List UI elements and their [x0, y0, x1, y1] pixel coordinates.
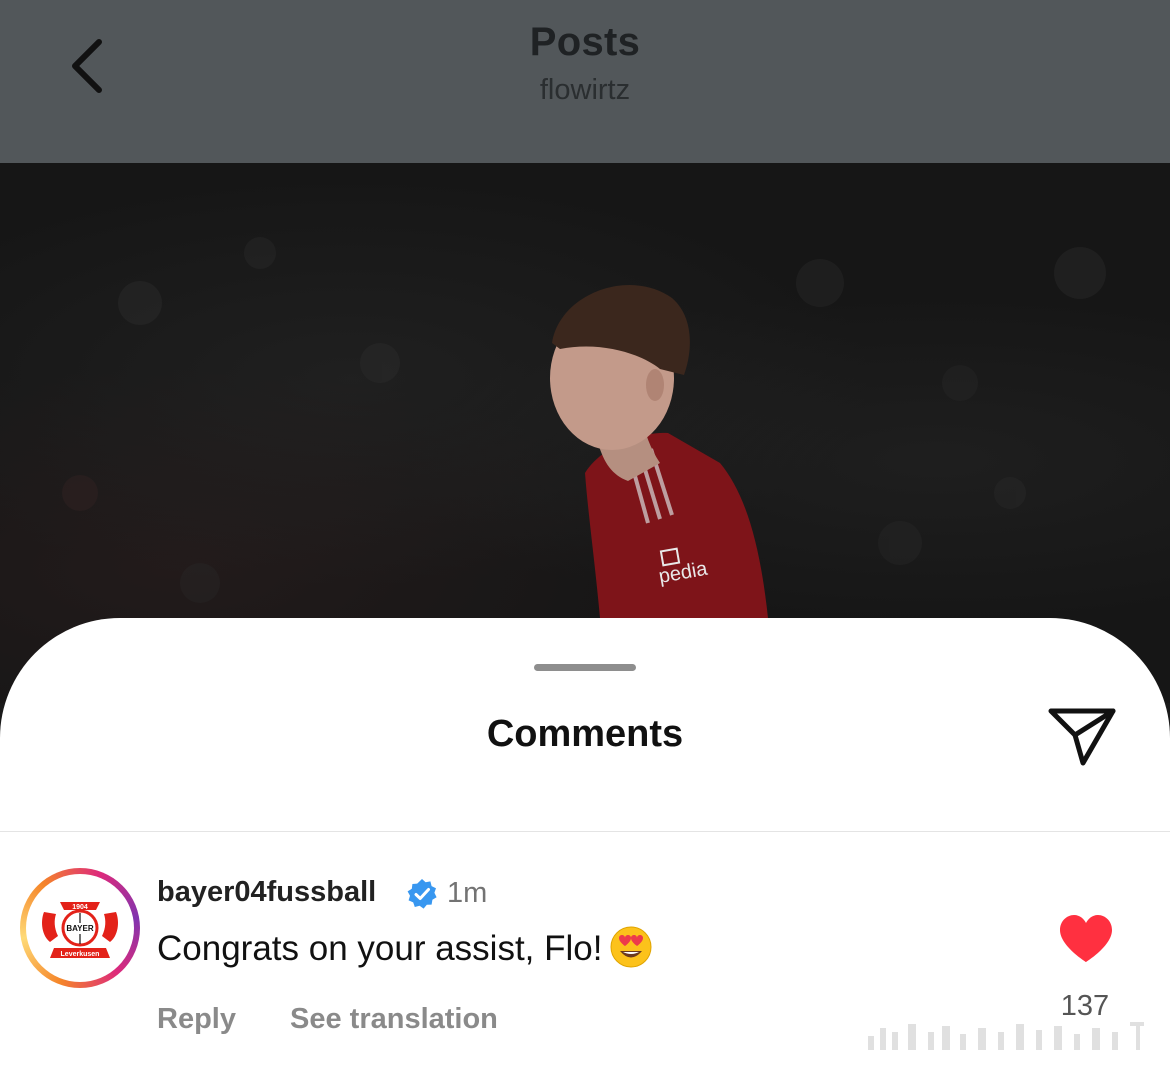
page-subtitle-username[interactable]: flowirtz [0, 74, 1170, 107]
heart-eyes-emoji-icon [610, 926, 652, 968]
sheet-drag-handle[interactable] [534, 664, 636, 671]
comments-title: Comments [486, 713, 684, 755]
page-title: Posts [529, 20, 641, 64]
heart-icon[interactable] [1058, 914, 1114, 964]
reply-button[interactable]: Reply [157, 1003, 236, 1036]
top-header: Posts flowirtz [0, 0, 1170, 163]
share-button[interactable] [1040, 700, 1124, 772]
paper-plane-icon [1048, 708, 1116, 766]
comments-sheet: Comments 1904 BAYER Leverkusen bayer04fu… [0, 618, 1170, 1065]
logo-city: Leverkusen [61, 951, 100, 958]
logo-brand: BAYER [66, 924, 93, 933]
bayer-leverkusen-logo: 1904 BAYER Leverkusen [30, 878, 130, 978]
comment-body: Congrats on your assist, Flo! [157, 929, 603, 968]
verified-badge-icon [407, 879, 437, 909]
see-translation-button[interactable]: See translation [290, 1003, 498, 1036]
watermark [868, 1022, 1144, 1050]
avatar[interactable]: 1904 BAYER Leverkusen [20, 868, 140, 988]
comment-text: Congrats on your assist, Flo! [157, 926, 652, 969]
comment-timestamp: 1m [447, 877, 488, 909]
comment-username[interactable]: bayer04fussball [157, 876, 376, 909]
divider [0, 831, 1170, 832]
